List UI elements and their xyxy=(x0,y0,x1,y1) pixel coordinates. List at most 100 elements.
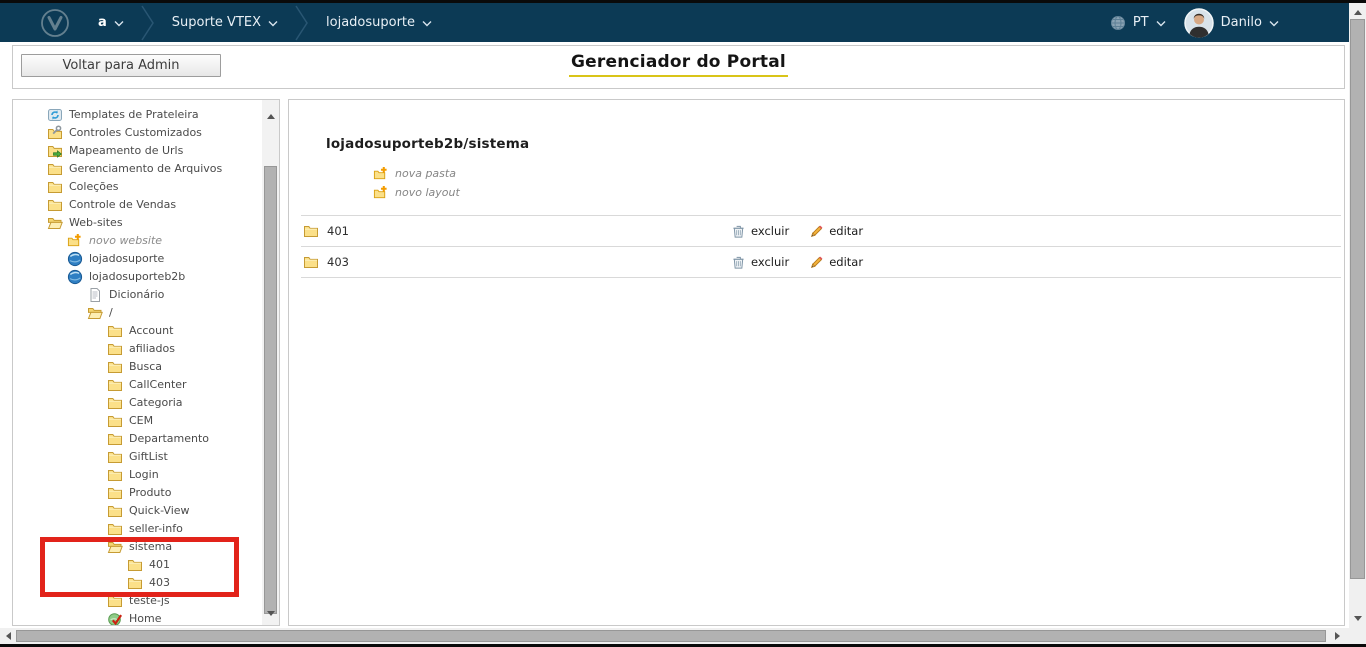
folder-tool-icon xyxy=(47,125,63,141)
folder-icon xyxy=(47,161,63,177)
delete-action[interactable]: excluir xyxy=(729,255,789,270)
tree-item-busca[interactable]: Busca xyxy=(13,358,257,376)
tree-item-sistema[interactable]: sistema xyxy=(13,538,257,556)
tree-item-label: 401 xyxy=(149,556,170,574)
tree-item-callcenter[interactable]: CallCenter xyxy=(13,376,257,394)
content-pane: lojadosuporteb2b/sistema nova pastanovo … xyxy=(288,99,1345,626)
tree-item-cole-es[interactable]: Coleções xyxy=(13,178,257,196)
page-scrollbar-thumb[interactable] xyxy=(1350,19,1365,579)
folder-icon xyxy=(107,395,123,411)
breadcrumb-account-label: a xyxy=(98,15,107,30)
tree-item-401[interactable]: 401 xyxy=(13,556,257,574)
tree-item-label: Login xyxy=(129,466,159,484)
folder-icon xyxy=(107,467,123,483)
tree-item-mapeamento-de-urls[interactable]: Mapeamento de Urls xyxy=(13,142,257,160)
folder-row-403: 403excluireditar xyxy=(301,247,1341,278)
folder-icon xyxy=(303,254,319,270)
scroll-up-button[interactable] xyxy=(1349,4,1366,20)
edit-action[interactable]: editar xyxy=(807,255,863,270)
tree-item-teste-js[interactable]: teste-js xyxy=(13,592,257,610)
edit-action-label: editar xyxy=(829,255,863,269)
folder-icon xyxy=(107,431,123,447)
tree-item-lojadosuporte[interactable]: lojadosuporte xyxy=(13,250,257,268)
tree-item-label: Account xyxy=(129,322,173,340)
avatar xyxy=(1184,8,1214,38)
new-icon xyxy=(67,233,83,249)
tree-item-login[interactable]: Login xyxy=(13,466,257,484)
tree-item-label: novo website xyxy=(89,232,162,250)
chevron-down-icon xyxy=(1269,20,1279,27)
tree-item-web-sites[interactable]: Web-sites xyxy=(13,214,257,232)
edit-action[interactable]: editar xyxy=(807,224,863,239)
tree-scrollbar[interactable] xyxy=(262,100,279,625)
page-scrollbar[interactable] xyxy=(1349,3,1366,628)
folder-icon xyxy=(47,197,63,213)
folder-open-icon xyxy=(107,539,123,555)
navbar-left: a Suporte VTEX lojadosuporte xyxy=(0,3,438,42)
tree-item-403[interactable]: 403 xyxy=(13,574,257,592)
delete-action[interactable]: excluir xyxy=(729,224,789,239)
globe-icon xyxy=(67,269,83,285)
chevron-down-icon xyxy=(114,20,124,27)
tree-item-label: Departamento xyxy=(129,430,209,448)
tree-item-root[interactable]: / xyxy=(13,304,257,322)
edit-action-label: editar xyxy=(829,224,863,238)
horizontal-scrollbar[interactable] xyxy=(0,628,1349,644)
tree-item-gerenciamento-de-arquivos[interactable]: Gerenciamento de Arquivos xyxy=(13,160,257,178)
folder-open-icon xyxy=(47,215,63,231)
tree-item-departamento[interactable]: Departamento xyxy=(13,430,257,448)
tree-item-label: sistema xyxy=(129,538,172,556)
vtex-logo-icon[interactable] xyxy=(40,8,70,38)
folder-row-label: 401 xyxy=(327,224,349,238)
tree-item-label: teste-js xyxy=(129,592,170,610)
tree-item-dicion-rio[interactable]: Dicionário xyxy=(13,286,257,304)
language-menu[interactable]: PT xyxy=(1110,15,1166,31)
breadcrumb-store[interactable]: lojadosuporte xyxy=(320,15,438,30)
folder-arrow-icon xyxy=(47,143,63,159)
tree-item-seller-info[interactable]: seller-info xyxy=(13,520,257,538)
top-navbar: a Suporte VTEX lojadosuporte xyxy=(0,3,1349,42)
folder-icon xyxy=(127,575,143,591)
novo-layout-link[interactable]: novo layout xyxy=(373,183,1344,202)
tree-item-produto[interactable]: Produto xyxy=(13,484,257,502)
breadcrumb-store-label: lojadosuporte xyxy=(326,15,415,30)
tree-item-cem[interactable]: CEM xyxy=(13,412,257,430)
chevron-down-icon xyxy=(422,20,432,27)
tree-item-controle-de-vendas[interactable]: Controle de Vendas xyxy=(13,196,257,214)
tree-item-lojadosuporteb2b[interactable]: lojadosuporteb2b xyxy=(13,268,257,286)
doc-icon xyxy=(87,287,103,303)
tree-item-controles-customizados[interactable]: Controles Customizados xyxy=(13,124,257,142)
scroll-right-button[interactable] xyxy=(1329,628,1346,644)
nova-pasta-link[interactable]: nova pasta xyxy=(373,164,1344,183)
tree-item-account[interactable]: Account xyxy=(13,322,257,340)
tree-item-label: afiliados xyxy=(129,340,175,358)
scroll-left-button[interactable] xyxy=(0,628,17,644)
tree-item-home[interactable]: Home xyxy=(13,610,257,626)
scroll-down-button[interactable] xyxy=(262,605,279,621)
folder-icon xyxy=(107,341,123,357)
tree-item-categoria[interactable]: Categoria xyxy=(13,394,257,412)
tree-item-templates-de-prateleira[interactable]: Templates de Prateleira xyxy=(13,106,257,124)
folder-icon xyxy=(107,323,123,339)
language-label: PT xyxy=(1133,15,1149,30)
folder-icon xyxy=(107,485,123,501)
user-menu[interactable]: Danilo xyxy=(1184,8,1279,38)
site-tree: Templates de PrateleiraControles Customi… xyxy=(13,106,257,626)
header-band: Voltar para Admin Gerenciador do Portal xyxy=(12,45,1345,89)
tree-item-afiliados[interactable]: afiliados xyxy=(13,340,257,358)
tree-item-novo-website[interactable]: novo website xyxy=(13,232,257,250)
new-link-label: nova pasta xyxy=(395,167,456,180)
navbar-right: PT Danilo xyxy=(1092,3,1349,42)
folder-icon xyxy=(107,521,123,537)
scroll-up-button[interactable] xyxy=(262,108,279,124)
tree-item-giftlist[interactable]: GiftList xyxy=(13,448,257,466)
breadcrumb-account[interactable]: a xyxy=(92,15,130,30)
new-link-label: novo layout xyxy=(395,186,460,199)
scroll-down-button[interactable] xyxy=(1349,610,1366,626)
breadcrumb-app[interactable]: Suporte VTEX xyxy=(166,15,284,30)
tree-item-quick-view[interactable]: Quick-View xyxy=(13,502,257,520)
horizontal-scrollbar-thumb[interactable] xyxy=(16,630,1326,642)
folder-row-401: 401 excluir editar xyxy=(301,216,1341,247)
tree-scrollbar-thumb[interactable] xyxy=(264,166,277,614)
tree-item-label: Mapeamento de Urls xyxy=(69,142,183,160)
